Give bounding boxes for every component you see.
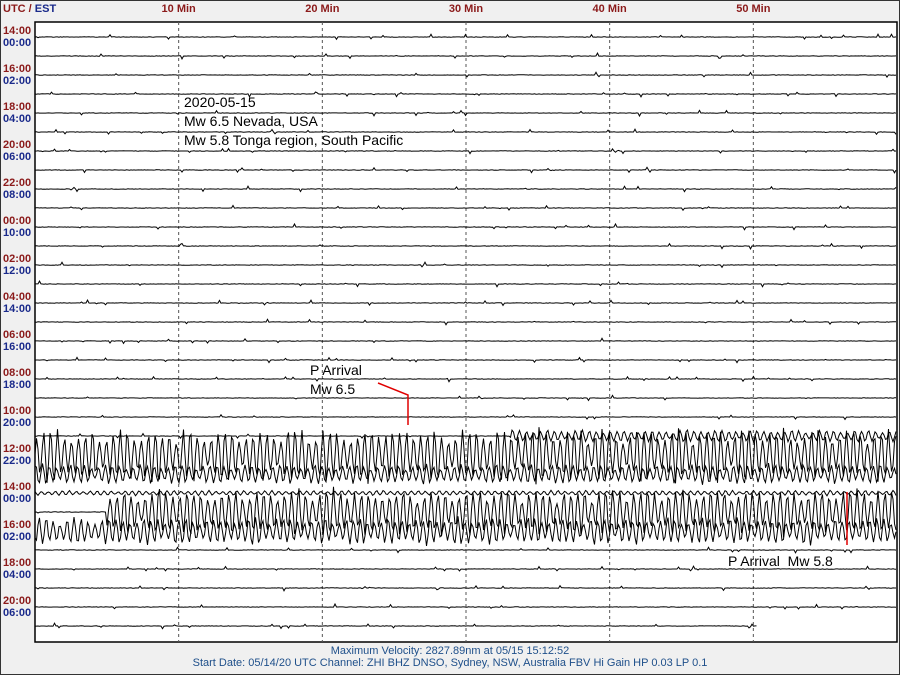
p-arrival-label-6-5: P Arrival Mw 6.5 xyxy=(310,362,362,397)
p-arrival-label-5-8: P Arrival Mw 5.8 xyxy=(728,553,833,569)
event-nevada: Mw 6.5 Nevada, USA xyxy=(184,113,318,129)
event-info: 2020-05-15 Mw 6.5 Nevada, USA Mw 5.8 Tonga… xyxy=(184,93,403,150)
max-velocity: Maximum Velocity: 2827.89nm at 05/15 15:… xyxy=(330,645,570,657)
event-tonga: Mw 5.8 Tonga region, South Pacific xyxy=(184,132,404,148)
seismogram-plot xyxy=(34,21,898,643)
start-info: Start Date: 05/14/20 UTC Channel: ZHI BH… xyxy=(192,657,708,669)
event-date: 2020-05-15 xyxy=(184,94,256,110)
